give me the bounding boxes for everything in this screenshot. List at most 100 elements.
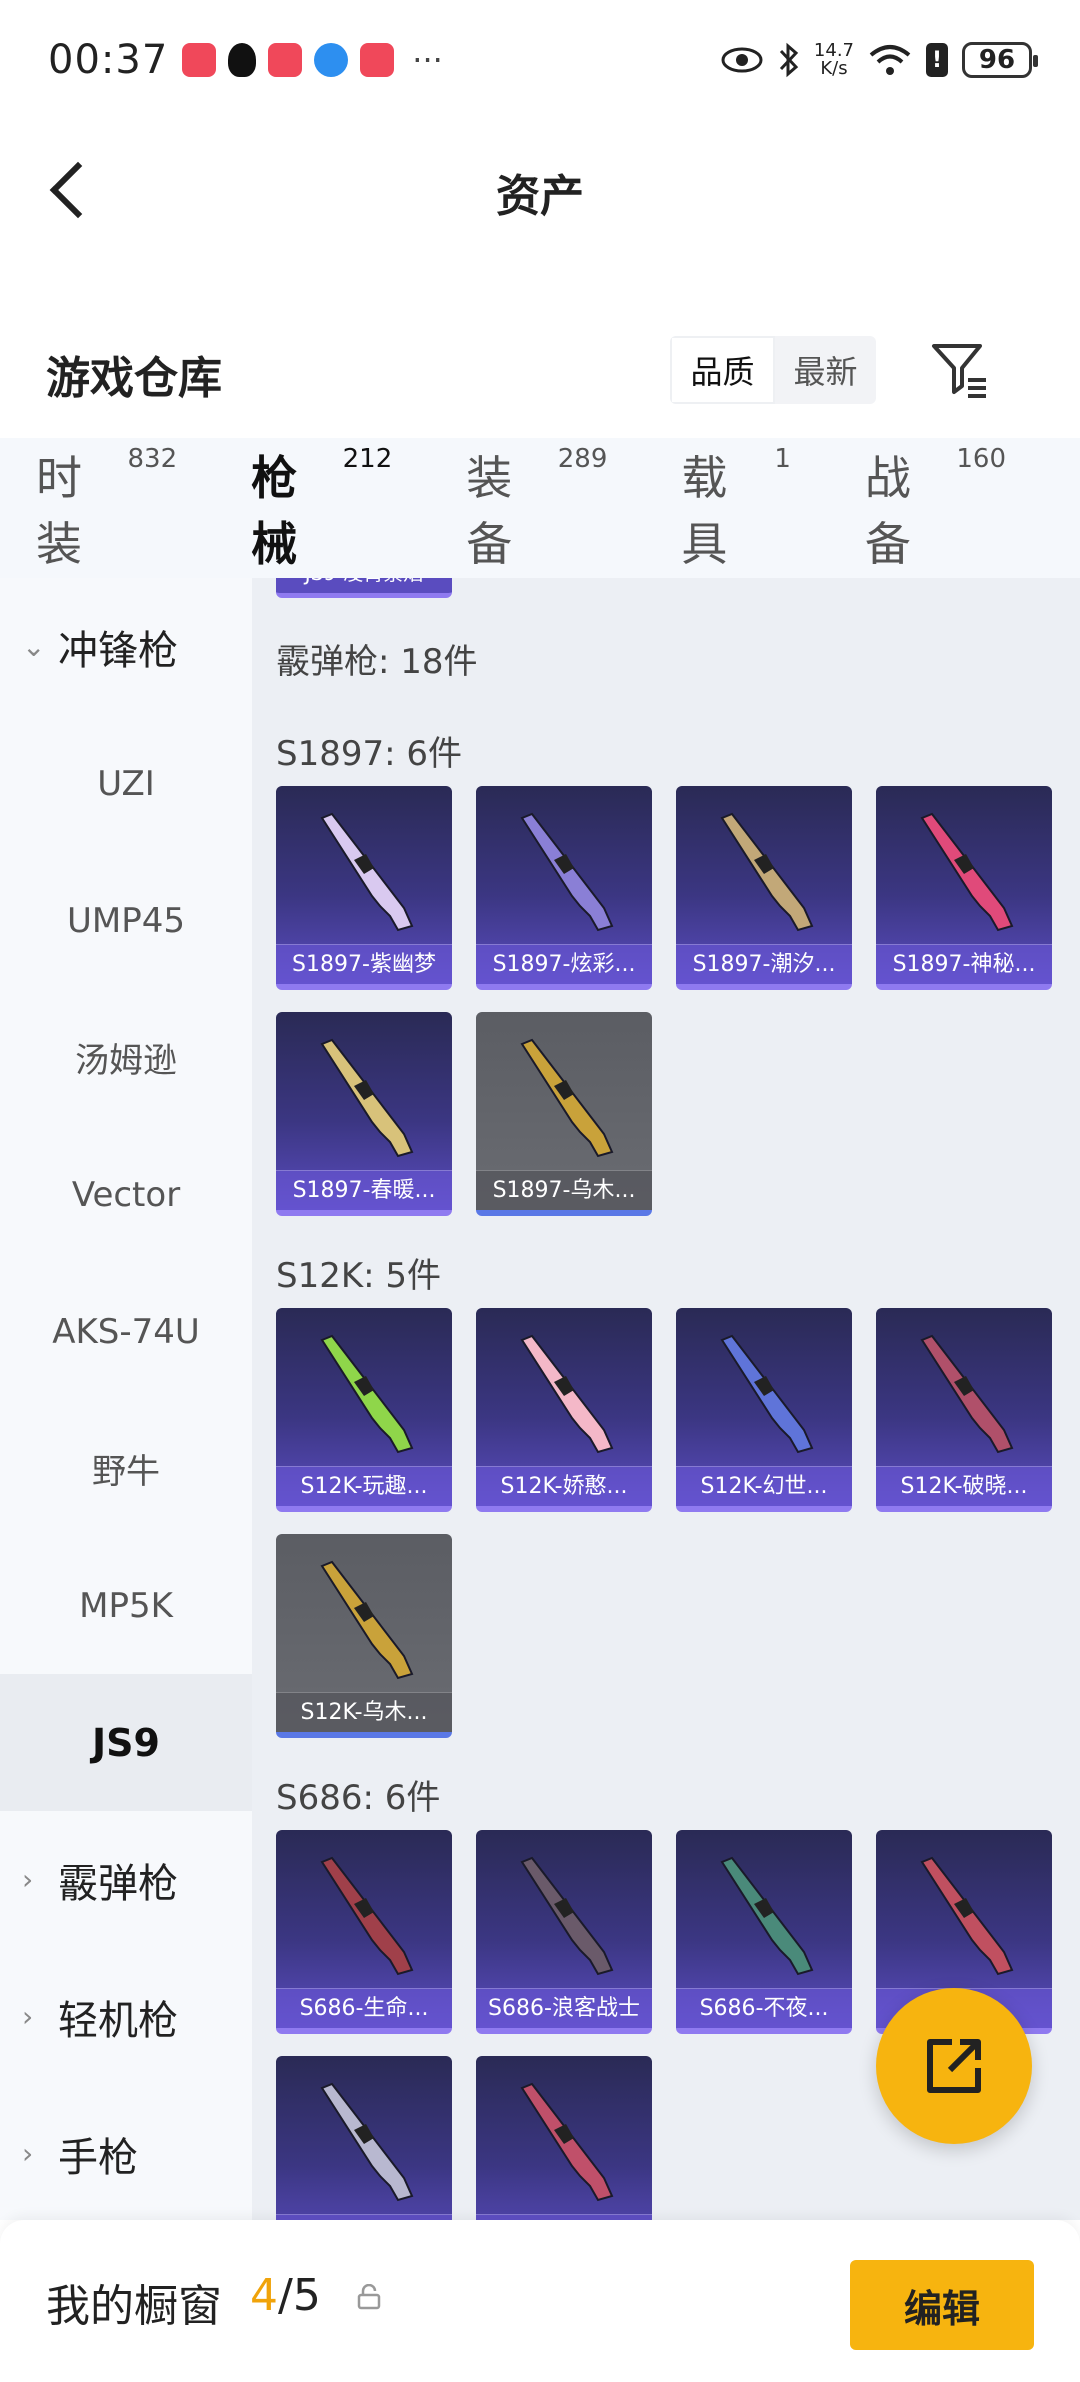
category-header: 霰弹枪: 18件 xyxy=(276,642,478,682)
weapon-name: S12K-幻世... xyxy=(676,1466,852,1506)
tab-firearms[interactable]: 枪械 212 xyxy=(251,442,393,598)
weapon-image xyxy=(320,1038,414,1158)
weapon-image xyxy=(520,1038,614,1158)
sidebar-group-smg[interactable]: ⌄ 冲锋枪 xyxy=(0,578,252,715)
weapon-card[interactable]: S12K-娇憨... xyxy=(476,1308,652,1512)
showcase-title: 我的橱窗 xyxy=(46,2281,222,2332)
wifi-icon xyxy=(869,45,911,75)
weapon-card[interactable]: S12K-乌木... xyxy=(276,1534,452,1738)
weapon-image xyxy=(520,2082,614,2202)
sidebar-item-ump45[interactable]: UMP45 xyxy=(0,852,252,989)
weapon-card[interactable]: S686-不夜... xyxy=(676,1830,852,2034)
tab-count: 1 xyxy=(774,444,791,474)
weapon-image xyxy=(920,1334,1014,1454)
weapon-name: S1897-炫彩... xyxy=(476,944,652,984)
tab-count: 212 xyxy=(342,444,393,474)
tab-label: 时装 xyxy=(36,451,82,571)
tab-vehicles[interactable]: 载具 1 xyxy=(681,442,791,574)
shopping-app-icon xyxy=(360,43,395,77)
filter-icon[interactable] xyxy=(930,340,990,400)
sidebar-item-vector[interactable]: Vector xyxy=(0,1126,252,1263)
tab-count: 289 xyxy=(557,444,608,474)
weapon-card[interactable] xyxy=(276,2056,452,2220)
warehouse-title: 游戏仓库 xyxy=(46,353,222,404)
weapon-card[interactable]: S12K-破晓... xyxy=(876,1308,1052,1512)
sidebar-item-uzi[interactable]: UZI xyxy=(0,715,252,852)
weapon-image xyxy=(920,1856,1014,1976)
sidebar-group-label: 手枪 xyxy=(58,2134,138,2181)
sidebar-group-label: 霰弹枪 xyxy=(58,1860,178,1907)
sort-newest-button[interactable]: 最新 xyxy=(775,336,876,404)
warehouse-header: 游戏仓库 品质 最新 xyxy=(0,320,1080,430)
weapon-image xyxy=(920,812,1014,932)
share-icon xyxy=(927,2039,981,2093)
tab-equipment[interactable]: 装备 289 xyxy=(466,442,607,574)
tab-fashion[interactable]: 时装 832 xyxy=(36,442,177,574)
share-button[interactable] xyxy=(876,1988,1032,2144)
weapon-name: S12K-乌木... xyxy=(276,1692,452,1732)
tab-label: 战备 xyxy=(864,451,911,571)
sidebar-item-aks74u[interactable]: AKS-74U xyxy=(0,1263,252,1400)
weapon-card[interactable]: S1897-神秘... xyxy=(876,786,1052,990)
weapon-type-sidebar: ⌄ 冲锋枪 UZI UMP45 汤姆逊 Vector AKS-74U 野牛 MP5… xyxy=(0,578,252,2220)
page-title: 资产 xyxy=(496,171,584,222)
weapon-name: S686-浪客战士 xyxy=(476,1988,652,2028)
weapon-image xyxy=(720,812,814,932)
weapon-image xyxy=(320,2082,414,2202)
showcase-bar: 我的橱窗 4/5 编辑 xyxy=(0,2220,1080,2382)
weapon-card[interactable]: S1897-乌木... xyxy=(476,1012,652,1216)
weapon-image xyxy=(720,1856,814,1976)
tab-label: 枪械 xyxy=(251,451,298,571)
title-bar: 资产 xyxy=(0,120,1080,260)
alert-icon: ! xyxy=(926,43,948,77)
battery-level: 96 xyxy=(978,45,1016,75)
bluetooth-icon xyxy=(779,42,799,78)
sidebar-item-mp5k[interactable]: MP5K xyxy=(0,1537,252,1674)
network-speed: 14.7 K/s xyxy=(814,42,854,78)
weapon-name: S1897-乌木... xyxy=(476,1170,652,1210)
weapon-card[interactable]: S1897-炫彩... xyxy=(476,786,652,990)
status-bar: 00:37 ··· 14.7 K/s ! 96 xyxy=(0,0,1080,120)
status-time: 00:37 xyxy=(48,37,169,83)
weapon-name: S686-不夜... xyxy=(676,1988,852,2028)
shopping-app-icon xyxy=(182,43,217,77)
tab-supplies[interactable]: 战备 160 xyxy=(865,442,1006,574)
chevron-right-icon: › xyxy=(22,1863,34,1896)
sidebar-group-pistol[interactable]: › 手枪 xyxy=(0,2085,252,2222)
sidebar-group-lmg[interactable]: › 轻机枪 xyxy=(0,1948,252,2085)
chevron-right-icon: › xyxy=(22,2137,34,2170)
weapon-card[interactable]: S12K-幻世... xyxy=(676,1308,852,1512)
section-title: S1897: 6件 xyxy=(276,734,463,774)
showcase-current: 4 xyxy=(250,2270,278,2321)
sidebar-item-js9[interactable]: JS9 xyxy=(0,1674,252,1811)
eye-icon xyxy=(721,47,763,73)
item-card-partial[interactable]: JS9-凌霄紫焰 xyxy=(276,578,452,598)
weapon-card[interactable]: S686-生命... xyxy=(276,1830,452,2034)
weapon-card[interactable]: S1897-潮汐... xyxy=(676,786,852,990)
weapon-name: S686-生命... xyxy=(276,1988,452,2028)
edit-button[interactable]: 编辑 xyxy=(850,2260,1034,2350)
sort-quality-button[interactable]: 品质 xyxy=(670,336,775,404)
weapon-card[interactable]: S1897-春暖... xyxy=(276,1012,452,1216)
weapon-image xyxy=(320,812,414,932)
chevron-right-icon: › xyxy=(22,2000,34,2033)
tab-label: 载具 xyxy=(681,451,728,571)
weapon-name: S12K-玩趣... xyxy=(276,1466,452,1506)
section-title: S12K: 5件 xyxy=(276,1256,442,1296)
sidebar-group-label: 冲锋枪 xyxy=(58,627,178,674)
section-title: S686: 6件 xyxy=(276,1778,441,1818)
sidebar-item-thompson[interactable]: 汤姆逊 xyxy=(0,989,252,1126)
sidebar-group-shotgun[interactable]: › 霰弹枪 xyxy=(0,1811,252,1948)
weapon-grid: JS9-凌霄紫焰 霰弹枪: 18件 S1897: 6件 S12K: 5件 S68… xyxy=(252,578,1080,2220)
weapon-card[interactable] xyxy=(476,2056,652,2220)
weapon-image xyxy=(520,1334,614,1454)
tab-count: 832 xyxy=(127,444,178,474)
sidebar-item-bizon[interactable]: 野牛 xyxy=(0,1400,252,1537)
shopping-app-icon xyxy=(268,43,303,77)
weapon-card[interactable]: S1897-紫幽梦 xyxy=(276,786,452,990)
sidebar-group-label: 轻机枪 xyxy=(58,1997,178,2044)
weapon-image xyxy=(520,1856,614,1976)
weapon-card[interactable]: S12K-玩趣... xyxy=(276,1308,452,1512)
showcase-total: /5 xyxy=(278,2270,321,2321)
weapon-card[interactable]: S686-浪客战士 xyxy=(476,1830,652,2034)
